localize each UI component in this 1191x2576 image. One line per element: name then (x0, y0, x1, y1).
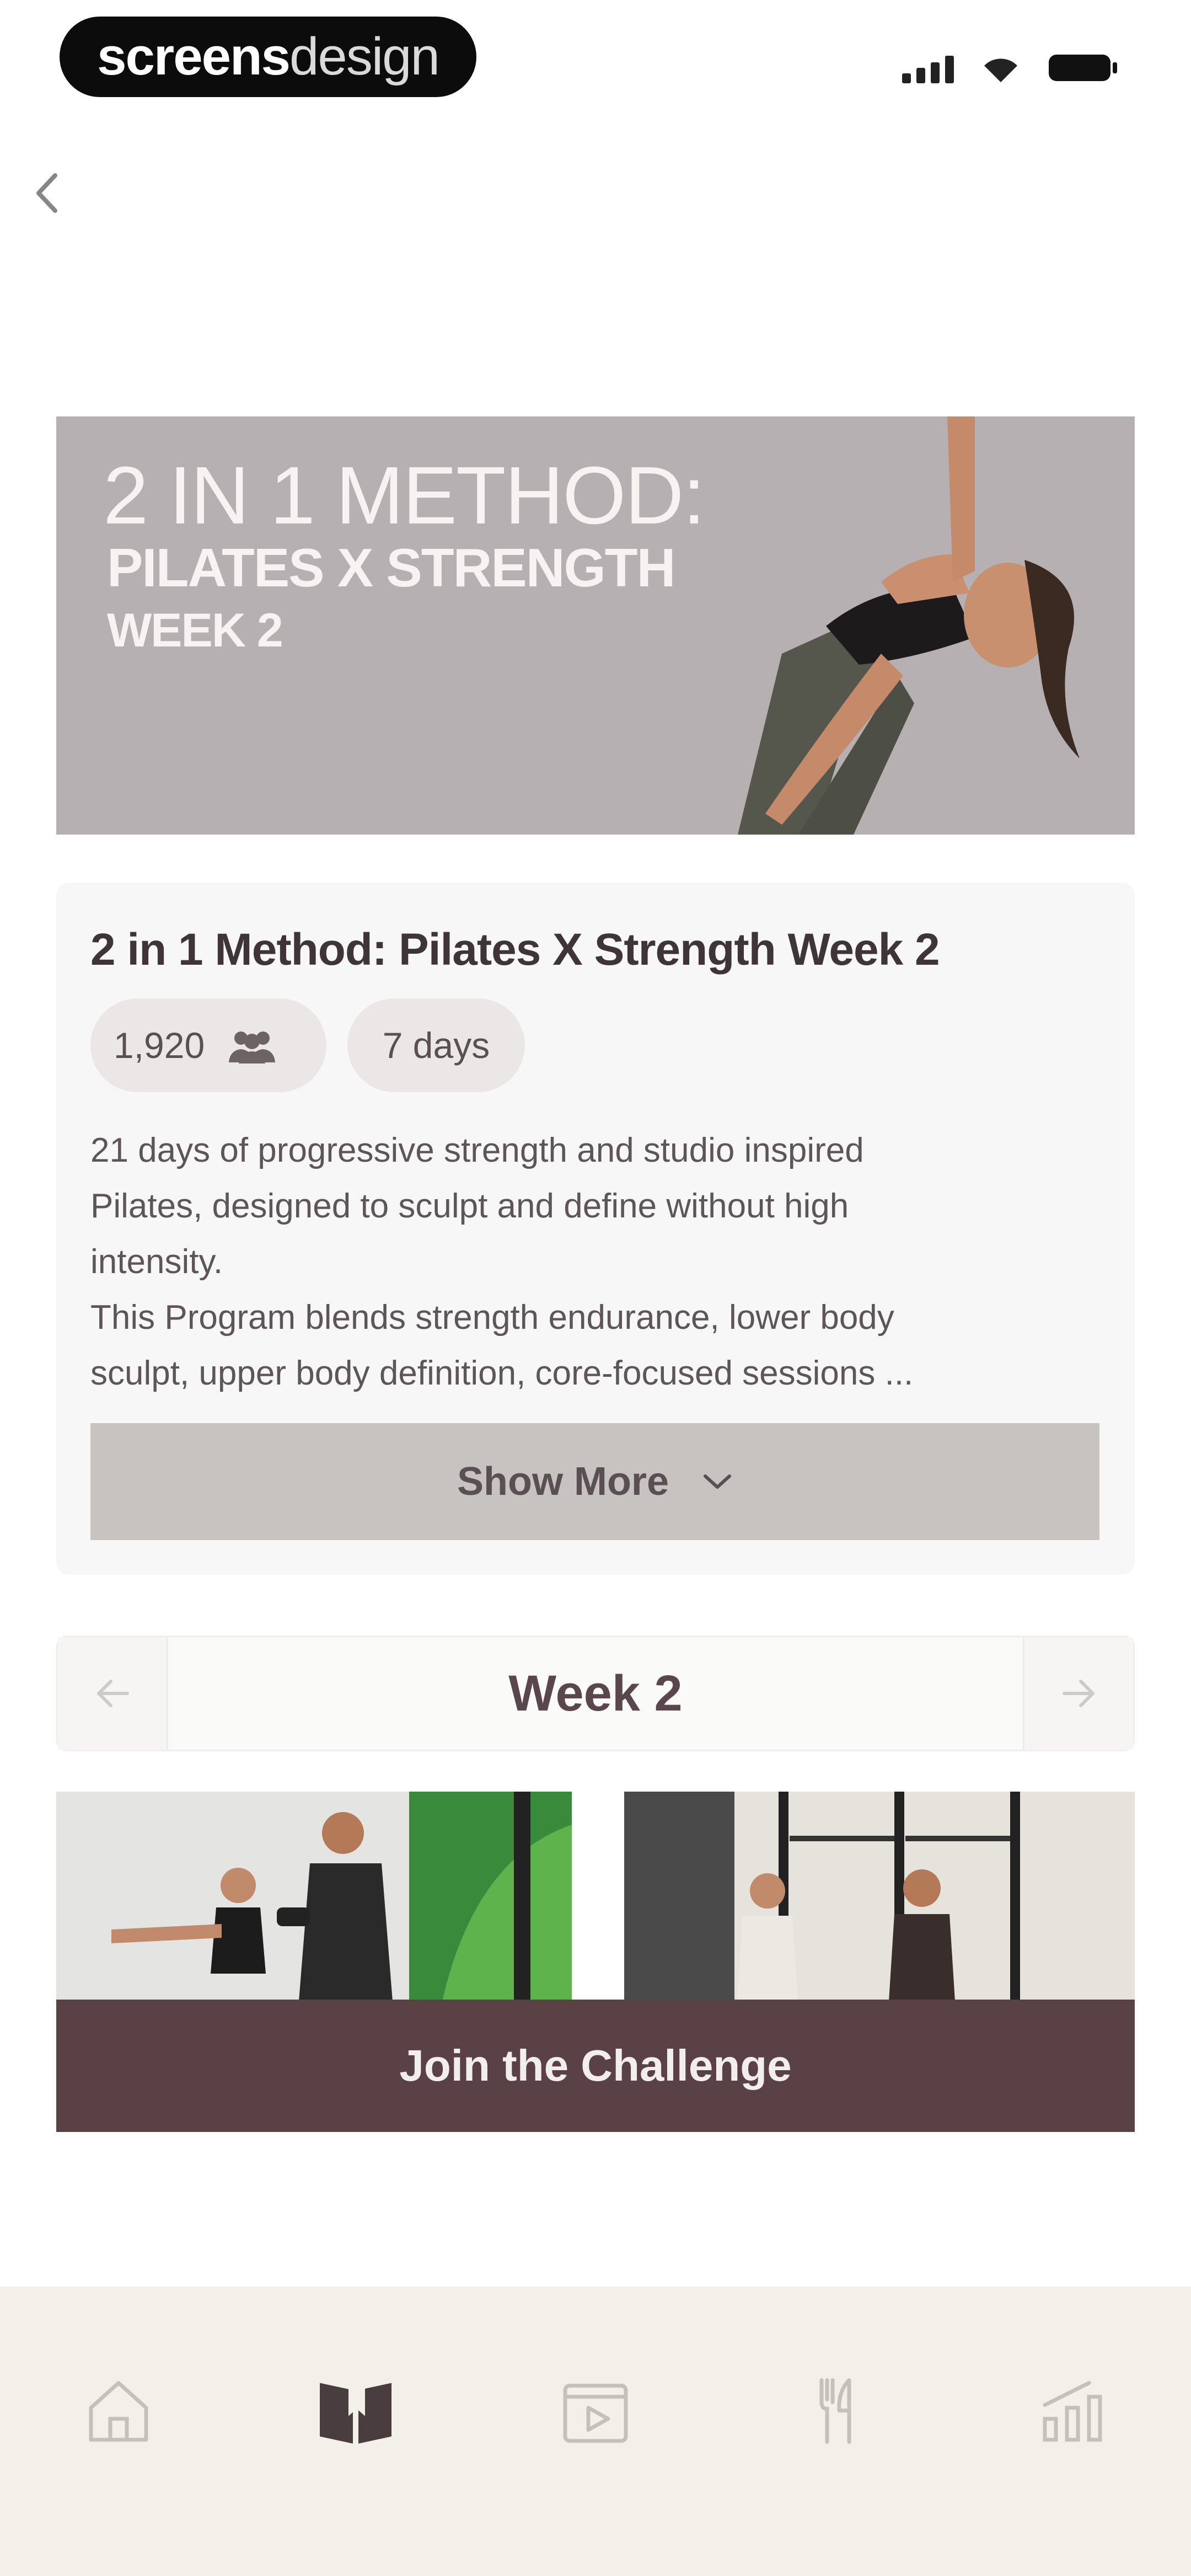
description-line: Pilates, designed to sculpt and define w… (90, 1187, 849, 1225)
show-more-button[interactable]: Show More (90, 1423, 1099, 1540)
program-title: 2 in 1 Method: Pilates X Strength Week 2 (90, 924, 940, 975)
group-icon (229, 1032, 276, 1063)
participants-count: 1,920 (114, 1025, 205, 1066)
description-line: 21 days of progressive strength and stud… (90, 1131, 864, 1169)
brand-text-light: design (289, 27, 440, 86)
description-line: sculpt, upper body definition, core-focu… (90, 1354, 914, 1392)
chart-icon (1043, 2381, 1102, 2442)
hero-week: WEEK 2 (107, 604, 283, 657)
program-description: 21 days of progressive strength and stud… (90, 1123, 1099, 1401)
program-info-card: 2 in 1 Method: Pilates X Strength Week 2… (56, 883, 1135, 1575)
tab-videos[interactable] (540, 2355, 651, 2466)
next-week-button[interactable] (1023, 1637, 1133, 1750)
duration-text: 7 days (382, 1025, 490, 1066)
participants-chip: 1,920 (90, 998, 326, 1092)
hero-banner: 2 IN 1 METHOD: PILATES X STRENGTH WEEK 2 (56, 416, 1135, 835)
arrow-left-icon (96, 1680, 129, 1707)
tab-progress[interactable] (1017, 2355, 1128, 2466)
tab-home[interactable] (63, 2355, 174, 2466)
back-button[interactable] (28, 165, 66, 221)
tab-programs[interactable] (301, 2355, 411, 2466)
utensils-icon (819, 2378, 851, 2444)
hero-subtitle: PILATES X STRENGTH (107, 537, 675, 598)
book-icon (320, 2383, 391, 2444)
previous-week-button[interactable] (58, 1637, 168, 1750)
join-challenge-label: Join the Challenge (399, 2041, 792, 2090)
join-challenge-button[interactable]: Join the Challenge (56, 2000, 1135, 2132)
signal-icon (902, 56, 954, 83)
workout-image (56, 1792, 572, 2001)
wifi-icon (981, 55, 1020, 83)
chevron-left-icon (36, 173, 57, 213)
home-icon (89, 2381, 148, 2442)
tab-nutrition[interactable] (780, 2355, 890, 2466)
status-bar: screens design (0, 0, 1191, 116)
workout-thumbnail[interactable] (56, 1792, 572, 2001)
description-line: This Program blends strength endurance, … (90, 1298, 894, 1337)
hero-title: 2 IN 1 METHOD: (103, 450, 705, 541)
hero-image (738, 416, 1080, 835)
chevron-down-icon (704, 1474, 731, 1489)
brand-text-bold: screens (97, 27, 291, 86)
brand-badge: screens design (60, 17, 476, 97)
week-label: Week 2 (508, 1665, 683, 1722)
show-more-label: Show More (457, 1460, 669, 1504)
description-line: intensity. (90, 1243, 223, 1281)
workout-thumbnail[interactable] (624, 1792, 1135, 2001)
week-navigator: Week 2 (56, 1636, 1135, 1751)
status-icons (902, 52, 1119, 83)
video-icon (563, 2383, 628, 2443)
battery-icon (1048, 52, 1119, 83)
workout-image (624, 1792, 1135, 2001)
arrow-right-icon (1062, 1680, 1095, 1707)
tab-bar (0, 2286, 1191, 2576)
duration-chip: 7 days (347, 998, 525, 1092)
